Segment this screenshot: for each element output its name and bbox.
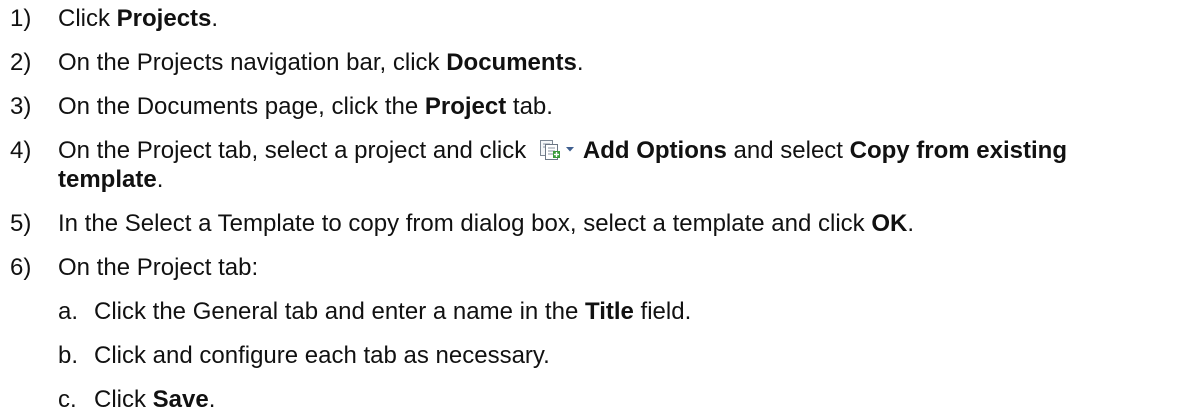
- step-2: 2) On the Projects navigation bar, click…: [10, 48, 1184, 77]
- step-text: Click Projects.: [58, 4, 1184, 33]
- instruction-steps: 1) Click Projects. 2) On the Projects na…: [0, 0, 1184, 414]
- step-number: 5): [10, 210, 32, 237]
- step-text-part: On the Project tab:: [58, 254, 259, 281]
- substep-text: Click Save.: [94, 385, 215, 414]
- step-text-part: .: [156, 166, 164, 193]
- ui-term-add-options: Add Options: [582, 137, 727, 164]
- add-options-dropdown-icon: [539, 139, 577, 161]
- step-text-part: tab.: [506, 93, 553, 120]
- step-5: 5) In the Select a Template to copy from…: [10, 209, 1184, 238]
- substep-letter: c.: [58, 386, 77, 413]
- substep-b: b. Click and configure each tab as neces…: [58, 341, 1184, 370]
- substep-a: a. Click the General tab and enter a nam…: [58, 297, 1184, 326]
- step-text-part: Click: [94, 386, 153, 413]
- ui-term-ok: OK: [871, 210, 908, 237]
- step-text-part: Click the General tab and enter a name i…: [94, 298, 585, 325]
- step-text: On the Projects navigation bar, click Do…: [58, 48, 1184, 77]
- step-number: 1): [10, 5, 32, 32]
- step-number: 4): [10, 137, 32, 164]
- step-number: 6): [10, 254, 32, 281]
- step-text-part: Click: [58, 5, 117, 32]
- step-6: 6) On the Project tab:: [10, 253, 1184, 282]
- ui-term-projects: Projects: [116, 5, 212, 32]
- add-options-dropdown-icon-graphic: [539, 140, 574, 160]
- step-text-part: On the Documents page, click the: [58, 93, 425, 120]
- ui-term-project: Project: [424, 93, 507, 120]
- step-text: On the Project tab, select a project and…: [58, 136, 1184, 194]
- step-text: In the Select a Template to copy from di…: [58, 209, 1184, 238]
- step-text-part: On the Projects navigation bar, click: [58, 49, 447, 76]
- step-3: 3) On the Documents page, click the Proj…: [10, 92, 1184, 121]
- step-text-part: .: [211, 5, 219, 32]
- step-text: On the Project tab:: [58, 253, 1184, 282]
- step-6-substeps: a. Click the General tab and enter a nam…: [58, 297, 1184, 414]
- step-text-part: .: [907, 210, 914, 237]
- step-number: 3): [10, 93, 32, 120]
- step-4: 4) On the Project tab, select a project …: [10, 136, 1184, 194]
- step-text-part: Click and configure each tab as necessar…: [94, 342, 550, 369]
- substep-text: Click the General tab and enter a name i…: [94, 297, 691, 326]
- step-text: On the Documents page, click the Project…: [58, 92, 1184, 121]
- step-number: 2): [10, 49, 32, 76]
- substep-letter: a.: [58, 298, 79, 325]
- substep-text: Click and configure each tab as necessar…: [94, 341, 550, 370]
- step-text-part: In the Select a Template to copy from di…: [58, 210, 872, 237]
- step-text-part: .: [576, 49, 584, 76]
- step-text-part: field.: [633, 298, 692, 325]
- step-text-part: On the Project tab, select a project and…: [58, 137, 533, 164]
- step-text-part: and select: [726, 137, 850, 164]
- substep-letter: b.: [58, 342, 79, 369]
- step-text-part: .: [208, 386, 216, 413]
- ui-term-save: Save: [152, 386, 209, 413]
- ui-term-documents: Documents: [446, 49, 577, 76]
- substep-c: c. Click Save.: [58, 385, 1184, 414]
- step-1: 1) Click Projects.: [10, 4, 1184, 33]
- ui-term-title: Title: [584, 298, 634, 325]
